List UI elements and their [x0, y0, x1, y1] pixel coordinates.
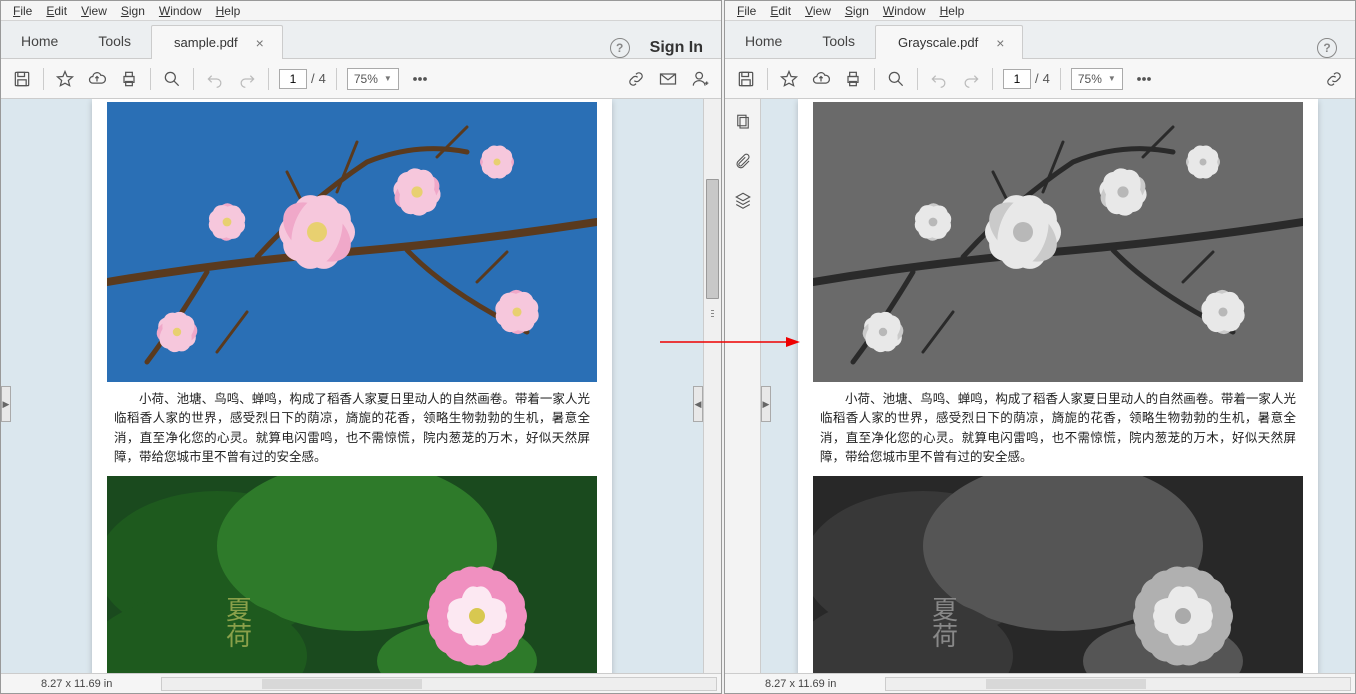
undo-icon[interactable]	[204, 68, 226, 90]
menu-help[interactable]: Help	[210, 3, 247, 19]
photo-lotus-grayscale: 夏荷	[813, 476, 1303, 674]
menu-sign[interactable]: Sign	[115, 3, 151, 19]
page-indicator: / 4	[1003, 69, 1050, 89]
save-icon[interactable]	[735, 68, 757, 90]
tab-tools[interactable]: Tools	[802, 23, 875, 58]
link-icon[interactable]	[625, 68, 647, 90]
save-icon[interactable]	[11, 68, 33, 90]
menu-view[interactable]: View	[799, 3, 837, 19]
link-icon[interactable]	[1323, 68, 1345, 90]
dropdown-icon: ▼	[1108, 74, 1116, 83]
redo-icon[interactable]	[960, 68, 982, 90]
close-tab-icon[interactable]: ×	[256, 38, 264, 48]
zoom-value: 75%	[1078, 72, 1102, 86]
page-indicator: / 4	[279, 69, 326, 89]
tab-strip: Home Tools Grayscale.pdf × ?	[725, 21, 1355, 59]
photo-cherry-blossom	[107, 102, 597, 382]
page-dimensions: 8.27 x 11.69 in	[765, 678, 836, 690]
more-icon[interactable]	[409, 68, 431, 90]
menu-edit[interactable]: Edit	[764, 3, 797, 19]
menu-help[interactable]: Help	[934, 3, 971, 19]
expand-left-rail[interactable]: ▶	[761, 386, 771, 422]
svg-text:夏荷: 夏荷	[223, 596, 252, 648]
find-icon[interactable]	[161, 68, 183, 90]
photo-lotus: 夏荷	[107, 476, 597, 674]
star-icon[interactable]	[778, 68, 800, 90]
sign-in-button[interactable]: Sign In	[650, 39, 703, 57]
tab-tools[interactable]: Tools	[78, 23, 151, 58]
pdf-page: 小荷、池塘、鸟鸣、蝉鸣，构成了稻香人家夏日里动人的自然画卷。带着一家人光临稻香人…	[92, 99, 612, 673]
left-rail	[725, 99, 761, 673]
document-tab-label: sample.pdf	[174, 35, 238, 50]
status-bar: 8.27 x 11.69 in	[725, 673, 1355, 693]
zoom-select[interactable]: 75% ▼	[1071, 68, 1123, 90]
document-tab[interactable]: sample.pdf ×	[151, 25, 283, 59]
find-icon[interactable]	[885, 68, 907, 90]
undo-icon[interactable]	[928, 68, 950, 90]
print-icon[interactable]	[842, 68, 864, 90]
document-tab[interactable]: Grayscale.pdf ×	[875, 25, 1023, 59]
menubar: File Edit View Sign Window Help	[725, 1, 1355, 21]
cloud-upload-icon[interactable]	[86, 68, 108, 90]
menu-file[interactable]: File	[7, 3, 38, 19]
layers-icon[interactable]	[734, 191, 752, 212]
zoom-value: 75%	[354, 72, 378, 86]
menu-sign[interactable]: Sign	[839, 3, 875, 19]
expand-right-rail[interactable]: ◀	[693, 386, 703, 422]
photo-cherry-blossom-grayscale	[813, 102, 1303, 382]
paragraph-text: 小荷、池塘、鸟鸣、蝉鸣，构成了稻香人家夏日里动人的自然画卷。带着一家人光临稻香人…	[798, 388, 1318, 476]
pdf-page: 小荷、池塘、鸟鸣、蝉鸣，构成了稻香人家夏日里动人的自然画卷。带着一家人光临稻香人…	[798, 99, 1318, 673]
page-current-input[interactable]	[279, 69, 307, 89]
profile-plus-icon[interactable]	[689, 68, 711, 90]
tab-strip: Home Tools sample.pdf × ? Sign In	[1, 21, 721, 59]
close-tab-icon[interactable]: ×	[996, 38, 1004, 48]
toolbar: / 4 75% ▼	[1, 59, 721, 99]
attachments-icon[interactable]	[734, 152, 752, 173]
help-icon[interactable]: ?	[610, 38, 630, 58]
status-bar: 8.27 x 11.69 in	[1, 673, 721, 693]
svg-text:夏荷: 夏荷	[929, 596, 958, 648]
help-icon[interactable]: ?	[1317, 38, 1337, 58]
menu-file[interactable]: File	[731, 3, 762, 19]
cloud-upload-icon[interactable]	[810, 68, 832, 90]
dropdown-icon: ▼	[384, 74, 392, 83]
paragraph-text: 小荷、池塘、鸟鸣、蝉鸣，构成了稻香人家夏日里动人的自然画卷。带着一家人光临稻香人…	[92, 388, 612, 476]
page-current-input[interactable]	[1003, 69, 1031, 89]
horizontal-scrollbar[interactable]	[885, 677, 1351, 691]
menu-window[interactable]: Window	[153, 3, 208, 19]
expand-left-rail[interactable]: ▶	[1, 386, 11, 422]
horizontal-scrollbar[interactable]	[161, 677, 717, 691]
tab-home[interactable]: Home	[725, 23, 802, 58]
tab-home[interactable]: Home	[1, 23, 78, 58]
menu-edit[interactable]: Edit	[40, 3, 73, 19]
star-icon[interactable]	[54, 68, 76, 90]
email-icon[interactable]	[657, 68, 679, 90]
toolbar: / 4 75% ▼	[725, 59, 1355, 99]
menu-view[interactable]: View	[75, 3, 113, 19]
page-total: 4	[319, 71, 326, 86]
document-tab-label: Grayscale.pdf	[898, 35, 978, 50]
thumbnails-icon[interactable]	[734, 113, 752, 134]
page-dimensions: 8.27 x 11.69 in	[41, 678, 112, 690]
menubar: File Edit View Sign Window Help	[1, 1, 721, 21]
print-icon[interactable]	[118, 68, 140, 90]
more-icon[interactable]	[1133, 68, 1155, 90]
zoom-select[interactable]: 75% ▼	[347, 68, 399, 90]
menu-window[interactable]: Window	[877, 3, 932, 19]
vertical-scrollbar[interactable]	[703, 99, 721, 673]
page-total: 4	[1043, 71, 1050, 86]
redo-icon[interactable]	[236, 68, 258, 90]
